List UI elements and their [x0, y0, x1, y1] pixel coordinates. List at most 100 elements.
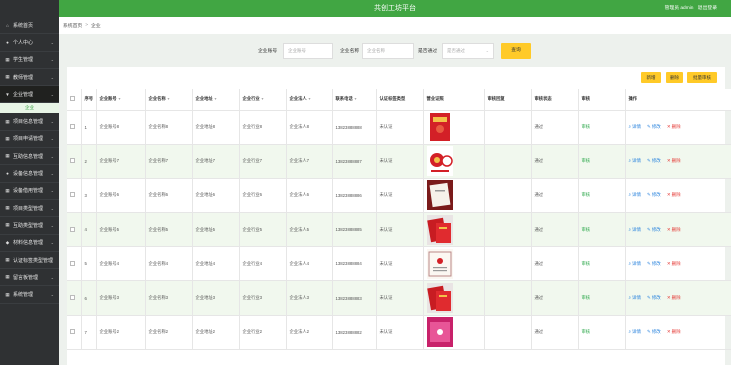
sort-icon[interactable]: ▼: [167, 97, 170, 101]
sidebar-item[interactable]: ● 个人中心 ⌄: [0, 34, 59, 52]
column-header[interactable]: 审核: [578, 89, 626, 111]
column-header[interactable]: 企业名称▼: [145, 89, 193, 111]
license-thumbnail[interactable]: [423, 246, 485, 282]
view-button[interactable]: ⌕详情: [629, 158, 642, 164]
license-thumbnail[interactable]: [423, 315, 485, 350]
column-header[interactable]: 企业行业▼: [239, 89, 287, 111]
row-checkbox[interactable]: [70, 260, 75, 266]
approved-select[interactable]: 是否通过 ⌄: [442, 43, 494, 59]
row-checkbox[interactable]: [70, 192, 75, 198]
add-button[interactable]: 新增: [641, 72, 661, 83]
license-thumbnail[interactable]: [423, 110, 485, 145]
row-checkbox[interactable]: [70, 295, 75, 301]
edit-button[interactable]: ✎修改: [647, 261, 661, 267]
batch-review-button[interactable]: 批量审核: [687, 72, 717, 83]
sidebar-item[interactable]: ▦ 项目类型管理 ⌄: [0, 200, 59, 218]
delete-row-button[interactable]: ✕删除: [667, 124, 681, 130]
query-button[interactable]: 查询: [501, 43, 531, 59]
sort-icon[interactable]: ▼: [308, 97, 311, 101]
edit-button[interactable]: ✎修改: [647, 158, 661, 164]
edit-button[interactable]: ✎修改: [647, 192, 661, 198]
delete-button[interactable]: 删除: [666, 72, 683, 83]
column-header[interactable]: 认证标签类型: [376, 89, 424, 111]
edit-button[interactable]: ✎修改: [647, 124, 661, 130]
row-checkbox-cell: [67, 315, 82, 350]
column-header[interactable]: 联系电话▼: [332, 89, 377, 111]
cell-tag: 未认证: [376, 246, 424, 282]
breadcrumb-home[interactable]: 系统首页: [63, 22, 82, 29]
sidebar-item[interactable]: ⌂ 系统首页: [0, 17, 59, 35]
license-thumbnail[interactable]: [423, 212, 485, 248]
view-button[interactable]: ⌕详情: [629, 329, 642, 335]
name-input[interactable]: 企业名称: [362, 43, 414, 59]
edit-button[interactable]: ✎修改: [647, 227, 661, 233]
sort-icon[interactable]: ▼: [118, 97, 121, 101]
row-checkbox[interactable]: [70, 226, 75, 232]
sort-icon[interactable]: ▼: [214, 97, 217, 101]
sidebar-item[interactable]: ▦ 留言板管理 ⌄: [0, 269, 59, 287]
edit-button[interactable]: ✎修改: [647, 329, 661, 335]
sidebar-top: [0, 0, 59, 17]
view-button[interactable]: ⌕详情: [629, 124, 642, 130]
row-checkbox[interactable]: [70, 124, 75, 130]
column-header[interactable]: 企业法人▼: [286, 89, 333, 111]
delete-row-button[interactable]: ✕删除: [667, 227, 681, 233]
view-button[interactable]: ⌕详情: [629, 295, 642, 301]
grid-icon: ▦: [5, 74, 10, 80]
grid-icon: ▦: [5, 56, 10, 62]
delete-row-button[interactable]: ✕删除: [667, 158, 681, 164]
license-thumbnail[interactable]: [423, 178, 485, 214]
delete-row-button[interactable]: ✕删除: [667, 261, 681, 267]
column-header[interactable]: 企业账号▼: [96, 89, 146, 111]
pencil-icon: ✎: [647, 226, 651, 232]
sort-icon[interactable]: ▼: [354, 97, 357, 101]
cell-address: 企业地址7: [192, 144, 240, 179]
delete-row-button[interactable]: ✕删除: [667, 295, 681, 301]
delete-row-button[interactable]: ✕删除: [667, 329, 681, 335]
sidebar-item[interactable]: ▦ 项目申请管理 ⌄: [0, 131, 59, 149]
column-header[interactable]: 审核状态: [531, 89, 579, 111]
sidebar-item[interactable]: ▦ 学生管理 ⌄: [0, 52, 59, 69]
row-checkbox[interactable]: [70, 158, 75, 164]
sidebar-item[interactable]: ▦ 互助信息管理 ⌄: [0, 148, 59, 166]
sidebar-item[interactable]: ● 设备信息管理 ⌄: [0, 165, 59, 183]
account-input[interactable]: 企业账号: [283, 43, 333, 59]
license-thumbnail[interactable]: [423, 280, 485, 316]
review-link[interactable]: 审核: [578, 246, 626, 282]
sidebar-item[interactable]: ◆ 材料信息管理 ⌄: [0, 235, 59, 252]
home-icon: ⌂: [6, 22, 9, 28]
select-all-checkbox[interactable]: [70, 96, 75, 102]
chevron-down-icon: ⌄: [50, 74, 54, 80]
column-header[interactable]: 企业地址▼: [192, 89, 240, 111]
cell-no: 4: [81, 212, 97, 248]
view-button[interactable]: ⌕详情: [629, 227, 642, 233]
sidebar-item[interactable]: ▦ 项目信息管理 ⌄: [0, 113, 59, 131]
column-header[interactable]: 审核回复: [484, 89, 532, 111]
review-link[interactable]: 审核: [578, 212, 626, 248]
review-link[interactable]: 审核: [578, 178, 626, 214]
sidebar-subitem-enterprise[interactable]: 企业: [0, 103, 59, 114]
review-link[interactable]: 审核: [578, 280, 626, 316]
cell-phone: 13823888888: [332, 110, 377, 145]
view-button[interactable]: ⌕详情: [629, 192, 642, 198]
review-link[interactable]: 审核: [578, 315, 626, 350]
sidebar-item[interactable]: ▦ 系统管理 ⌄: [0, 286, 59, 304]
sidebar-item[interactable]: ▦ 互助类型管理 ⌄: [0, 217, 59, 235]
column-header[interactable]: 营业证照: [423, 89, 485, 111]
edit-button[interactable]: ✎修改: [647, 295, 661, 301]
license-thumbnail[interactable]: [423, 144, 485, 179]
sidebar-item[interactable]: ▦ 认证标签类型管理: [0, 252, 59, 270]
data-panel: 新增 删除 批量审核 序号 企业账号▼ 企业名称▼ 企业地址▼ 企业行业▼ 企业法人▼ 联系…: [67, 67, 731, 365]
cell-status: 通过: [531, 110, 579, 145]
review-link[interactable]: 审核: [578, 110, 626, 145]
delete-row-button[interactable]: ✕删除: [667, 192, 681, 198]
review-link[interactable]: 审核: [578, 144, 626, 179]
sort-icon[interactable]: ▼: [261, 97, 264, 101]
logout-link[interactable]: 退出登录: [698, 6, 717, 11]
sidebar-item[interactable]: ▦ 设备借用管理 ⌄: [0, 183, 59, 200]
sidebar-item[interactable]: ▦ 教师管理 ⌄: [0, 69, 59, 87]
sidebar-item[interactable]: ▼ 企业管理 ⌄: [0, 86, 59, 104]
row-checkbox[interactable]: [70, 329, 75, 335]
pencil-icon: ✎: [647, 192, 651, 198]
view-button[interactable]: ⌕详情: [629, 261, 642, 267]
